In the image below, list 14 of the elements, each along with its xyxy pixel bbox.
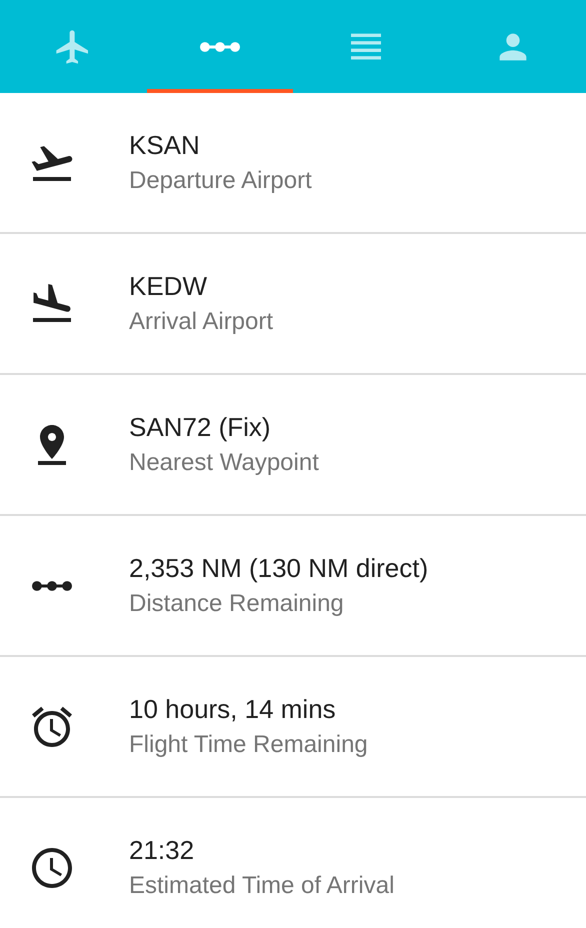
- item-label: Nearest Waypoint: [129, 449, 319, 477]
- item-label: Distance Remaining: [129, 590, 345, 618]
- item-value: 21:32: [129, 835, 196, 866]
- route-icon: [32, 580, 72, 590]
- item-label: Estimated Time of Arrival: [129, 872, 394, 900]
- item-value: 10 hours, 14 mins: [129, 694, 337, 725]
- item-label: Departure Airport: [129, 167, 312, 195]
- item-label: Arrival Airport: [129, 308, 274, 336]
- route-icon: [200, 42, 240, 52]
- item-value: KSAN: [129, 130, 201, 161]
- item-label: Flight Time Remaining: [129, 731, 368, 759]
- item-value: KEDW: [129, 271, 208, 302]
- item-value: 2,353 NM (130 NM direct): [129, 553, 428, 584]
- item-value: SAN72 (Fix): [129, 412, 272, 443]
